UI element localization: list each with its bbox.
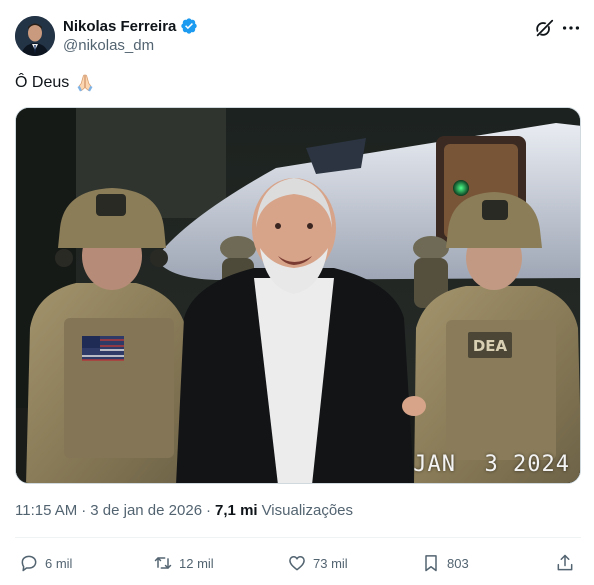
divider: [15, 537, 581, 538]
retweet-button[interactable]: 12 mil: [153, 551, 214, 575]
reply-icon: [21, 555, 37, 572]
tweet-text: Ô Deus: [15, 73, 95, 93]
bookmark-button[interactable]: 803: [421, 551, 469, 575]
tweet-photo[interactable]: DEA JAN 3 2024: [15, 107, 581, 484]
verified-badge-icon: [181, 18, 198, 34]
more-icon[interactable]: [560, 17, 582, 39]
folded-hands-icon: [77, 74, 93, 92]
photo-date-stamp: JAN 3 2024: [413, 452, 570, 477]
meta-separator: ·: [206, 502, 212, 519]
author-handle[interactable]: @nikolas_dm: [63, 37, 154, 54]
grok-icon[interactable]: [533, 17, 555, 39]
svg-text:DEA: DEA: [473, 337, 508, 355]
tweet-text-body: Ô Deus: [15, 74, 70, 91]
bookmark-count: 803: [447, 555, 469, 571]
author-name-row[interactable]: Nikolas Ferreira: [63, 16, 198, 36]
views-count: 7,1 mi: [215, 502, 258, 519]
tweet-card: Nikolas Ferreira @nikolas_dm Ô Deus DEA …: [0, 0, 594, 585]
like-button[interactable]: 73 mil: [287, 551, 348, 575]
tweet-meta: 11:15 AM · 3 de jan de 2026 · 7,1 mi Vis…: [15, 502, 353, 519]
retweet-icon: [154, 557, 172, 569]
share-button[interactable]: [555, 551, 575, 575]
avatar-image: [15, 16, 55, 56]
reply-count: 6 mil: [45, 555, 73, 571]
tweet-time[interactable]: 11:15 AM: [15, 502, 77, 519]
author-display-name[interactable]: Nikolas Ferreira: [63, 18, 176, 35]
bookmark-icon: [425, 555, 437, 572]
reply-button[interactable]: 6 mil: [19, 551, 72, 575]
tweet-photo-image: DEA: [16, 108, 580, 483]
views-label: Visualizações: [261, 502, 354, 519]
like-icon: [289, 556, 305, 571]
meta-separator: ·: [81, 502, 87, 519]
avatar[interactable]: [15, 16, 55, 56]
share-icon: [557, 554, 573, 571]
retweet-count: 12 mil: [179, 555, 214, 571]
tweet-date[interactable]: 3 de jan de 2026: [90, 502, 202, 519]
like-count: 73 mil: [313, 555, 348, 571]
